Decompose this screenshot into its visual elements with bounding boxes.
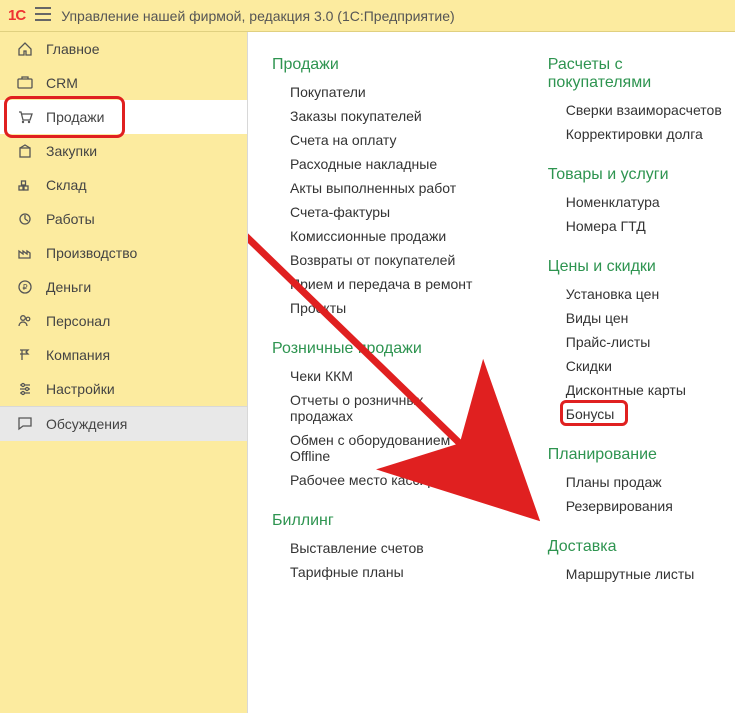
menu-link[interactable]: Прием и передача в ремонт bbox=[290, 276, 488, 292]
sidebar-item-discussions[interactable]: Обсуждения bbox=[0, 407, 247, 441]
section: Розничные продажи Чеки ККМ Отчеты о рознич… bbox=[272, 340, 488, 488]
section-heading[interactable]: Расчеты с покупателями bbox=[548, 56, 725, 92]
menu-link[interactable]: Номера ГТД bbox=[566, 218, 725, 234]
menu-link[interactable]: Резервирования bbox=[566, 498, 725, 514]
sidebar-item-label: Производство bbox=[46, 245, 137, 261]
menu-link[interactable]: Корректировки долга bbox=[566, 126, 725, 142]
sidebar-item-8[interactable]: Персонал bbox=[0, 304, 247, 338]
sidebar-item-label: Склад bbox=[46, 177, 87, 193]
home-icon bbox=[16, 41, 34, 57]
section-heading[interactable]: Биллинг bbox=[272, 512, 488, 530]
sidebar-item-label: Обсуждения bbox=[46, 416, 127, 432]
sidebar-item-label: Персонал bbox=[46, 313, 110, 329]
sidebar-item-0[interactable]: Главное bbox=[0, 32, 247, 66]
section: Товары и услуги Номенклатура Номера ГТД bbox=[548, 166, 725, 234]
menu-link[interactable]: Счета-фактуры bbox=[290, 204, 488, 220]
section: Биллинг Выставление счетов Тарифные планы bbox=[272, 512, 488, 580]
menu-link[interactable]: Покупатели bbox=[290, 84, 488, 100]
chat-icon bbox=[16, 416, 34, 432]
app-header: 1С Управление нашей фирмой, редакция 3.0… bbox=[0, 0, 735, 32]
sidebar-item-label: Продажи bbox=[46, 109, 104, 125]
sidebar-item-label: Настройки bbox=[46, 381, 115, 397]
money-icon: ₽ bbox=[16, 279, 34, 295]
sidebar-item-1[interactable]: CRM bbox=[0, 66, 247, 100]
section-heading[interactable]: Цены и скидки bbox=[548, 258, 725, 276]
menu-link[interactable]: Дисконтные карты bbox=[566, 382, 725, 398]
menu-link[interactable]: Возвраты от покупателей bbox=[290, 252, 488, 268]
sidebar-item-2[interactable]: Продажи bbox=[0, 100, 247, 134]
sidebar-item-label: Работы bbox=[46, 211, 95, 227]
sidebar-item-5[interactable]: Работы bbox=[0, 202, 247, 236]
personnel-icon bbox=[16, 313, 34, 329]
menu-link[interactable]: Виды цен bbox=[566, 310, 725, 326]
sidebar-item-label: Деньги bbox=[46, 279, 91, 295]
company-icon bbox=[16, 347, 34, 363]
menu-link[interactable]: Обмен с оборудованием Offline bbox=[290, 432, 488, 464]
section: Доставка Маршрутные листы bbox=[548, 538, 725, 582]
menu-link[interactable]: Счета на оплату bbox=[290, 132, 488, 148]
menu-link[interactable]: Сверки взаиморасчетов bbox=[566, 102, 725, 118]
menu-link[interactable]: Маршрутные листы bbox=[566, 566, 725, 582]
menu-link[interactable]: Проекты bbox=[290, 300, 488, 316]
section-heading[interactable]: Продажи bbox=[272, 56, 488, 74]
warehouse-icon bbox=[16, 177, 34, 193]
section-heading[interactable]: Планирование bbox=[548, 446, 725, 464]
sidebar-item-4[interactable]: Склад bbox=[0, 168, 247, 202]
svg-text:₽: ₽ bbox=[22, 283, 27, 292]
logo-1c: 1С bbox=[8, 7, 25, 24]
menu-link[interactable]: Отчеты о розничных продажах bbox=[290, 392, 488, 424]
menu-link[interactable]: Планы продаж bbox=[566, 474, 725, 490]
section: Цены и скидки Установка цен Виды цен Прайс-… bbox=[548, 258, 725, 422]
menu-link[interactable]: Рабочее место кассира (РМК) bbox=[290, 472, 488, 488]
menu-link[interactable]: Бонусы bbox=[566, 406, 615, 422]
content-area: Продажи Покупатели Заказы покупателей Счета… bbox=[248, 32, 735, 713]
sidebar-item-6[interactable]: Производство bbox=[0, 236, 247, 270]
menu-link[interactable]: Прайс-листы bbox=[566, 334, 725, 350]
sidebar-item-label: Закупки bbox=[46, 143, 97, 159]
section-heading[interactable]: Розничные продажи bbox=[272, 340, 488, 358]
menu-link[interactable]: Номенклатура bbox=[566, 194, 725, 210]
hamburger-icon[interactable] bbox=[35, 7, 51, 24]
purchases-icon bbox=[16, 143, 34, 159]
settings-icon bbox=[16, 381, 34, 397]
sidebar-item-label: CRM bbox=[46, 75, 78, 91]
crm-icon bbox=[16, 75, 34, 91]
menu-link[interactable]: Скидки bbox=[566, 358, 725, 374]
works-icon bbox=[16, 211, 34, 227]
menu-link[interactable]: Тарифные планы bbox=[290, 564, 488, 580]
sidebar-item-label: Компания bbox=[46, 347, 110, 363]
sidebar-item-7[interactable]: ₽ Деньги bbox=[0, 270, 247, 304]
sidebar-item-9[interactable]: Компания bbox=[0, 338, 247, 372]
production-icon bbox=[16, 245, 34, 261]
menu-link[interactable]: Установка цен bbox=[566, 286, 725, 302]
sidebar-item-10[interactable]: Настройки bbox=[0, 372, 247, 406]
section-heading[interactable]: Товары и услуги bbox=[548, 166, 725, 184]
menu-link[interactable]: Акты выполненных работ bbox=[290, 180, 488, 196]
sidebar-item-label: Главное bbox=[46, 41, 100, 57]
sidebar-item-3[interactable]: Закупки bbox=[0, 134, 247, 168]
app-title: Управление нашей фирмой, редакция 3.0 (1… bbox=[61, 8, 455, 24]
menu-link[interactable]: Чеки ККМ bbox=[290, 368, 488, 384]
menu-link[interactable]: Заказы покупателей bbox=[290, 108, 488, 124]
menu-link[interactable]: Выставление счетов bbox=[290, 540, 488, 556]
menu-link[interactable]: Расходные накладные bbox=[290, 156, 488, 172]
sidebar: Главное CRM Продажи Закупки Склад Работы Произ… bbox=[0, 32, 248, 713]
cart-icon bbox=[16, 109, 34, 125]
section: Продажи Покупатели Заказы покупателей Счета… bbox=[272, 56, 488, 316]
section: Расчеты с покупателями Сверки взаиморасче… bbox=[548, 56, 725, 142]
section: Планирование Планы продаж Резервирования bbox=[548, 446, 725, 514]
menu-link[interactable]: Комиссионные продажи bbox=[290, 228, 488, 244]
section-heading[interactable]: Доставка bbox=[548, 538, 725, 556]
